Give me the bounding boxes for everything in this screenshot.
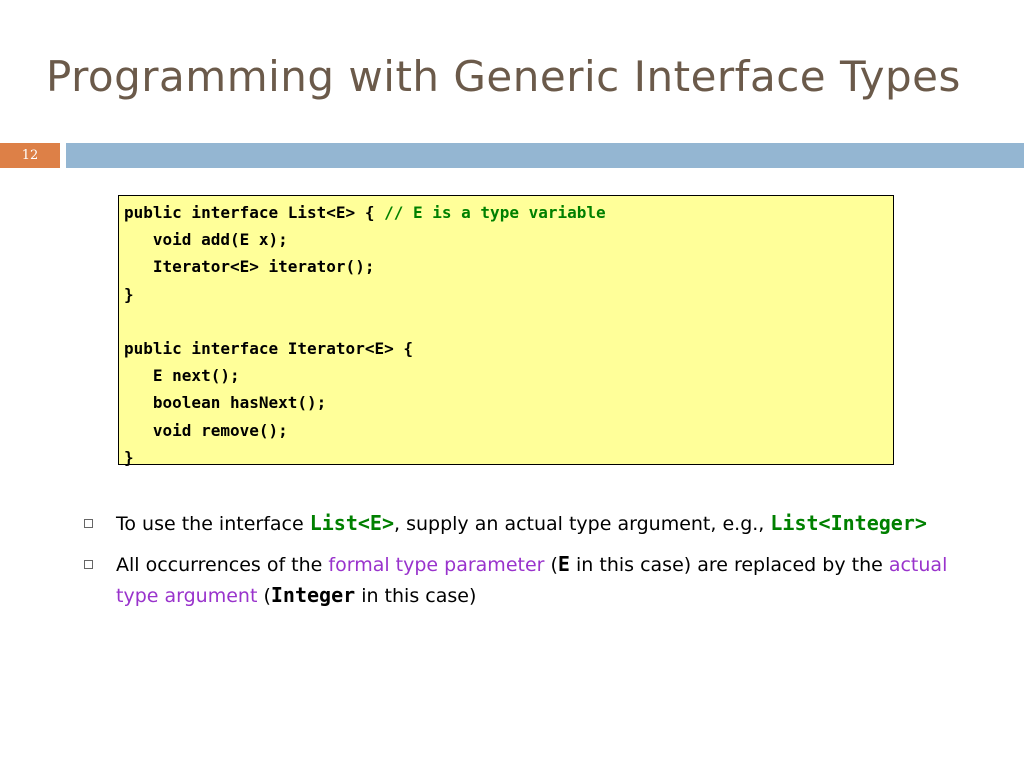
code-line: } [124, 444, 888, 471]
code-line: public interface List<E> { // E is a typ… [124, 199, 888, 226]
code-text: } [124, 284, 134, 304]
slide-number: 12 [0, 143, 60, 168]
code-term: Integer [270, 583, 356, 607]
code-text: public interface Iterator<E> { [124, 338, 413, 358]
bullet-text: in this case) are replaced by the [569, 554, 889, 576]
code-block: public interface List<E> { // E is a typ… [118, 195, 894, 467]
bullet-text: , supply an actual type argument, e.g., [394, 513, 771, 535]
code-text: boolean hasNext(); [124, 393, 327, 413]
bullet-text: To use the interface [116, 513, 310, 535]
bullet-item: All occurrences of the formal type param… [84, 549, 984, 611]
code-line: Iterator<E> iterator(); [124, 253, 888, 280]
code-line: void add(E x); [124, 226, 888, 253]
code-line: public interface Iterator<E> { [124, 335, 888, 362]
square-bullet-icon [84, 519, 93, 528]
bullet-text: ( [544, 554, 558, 576]
code-line: void remove(); [124, 417, 888, 444]
bullet-text: in this case) [355, 585, 477, 607]
bullet-list: To use the interface List<E>, supply an … [84, 508, 984, 621]
code-line: } [124, 281, 888, 308]
code-text: public interface List<E> { [124, 203, 385, 222]
code-line: boolean hasNext(); [124, 389, 888, 416]
square-bullet-icon [84, 560, 93, 569]
accent-bar [66, 143, 1024, 168]
code-text: } [124, 447, 134, 467]
bullet-text: ( [257, 585, 271, 607]
code-comment: // E is a type variable [384, 203, 606, 222]
code-term: List<Integer> [770, 511, 927, 535]
code-term: E [557, 552, 570, 576]
code-text: void add(E x); [124, 230, 288, 250]
highlight-term: formal type parameter [328, 554, 545, 576]
code-text: void remove(); [124, 420, 288, 440]
code-text: Iterator<E> iterator(); [124, 257, 375, 277]
code-line: E next(); [124, 362, 888, 389]
code-text: E next(); [124, 366, 240, 386]
bullet-text: All occurrences of the [116, 554, 329, 576]
slide-title: Programming with Generic Interface Types [46, 52, 961, 101]
slide: Programming with Generic Interface Types… [0, 0, 1024, 768]
code-term: List<E> [309, 511, 395, 535]
bullet-item: To use the interface List<E>, supply an … [84, 508, 984, 539]
